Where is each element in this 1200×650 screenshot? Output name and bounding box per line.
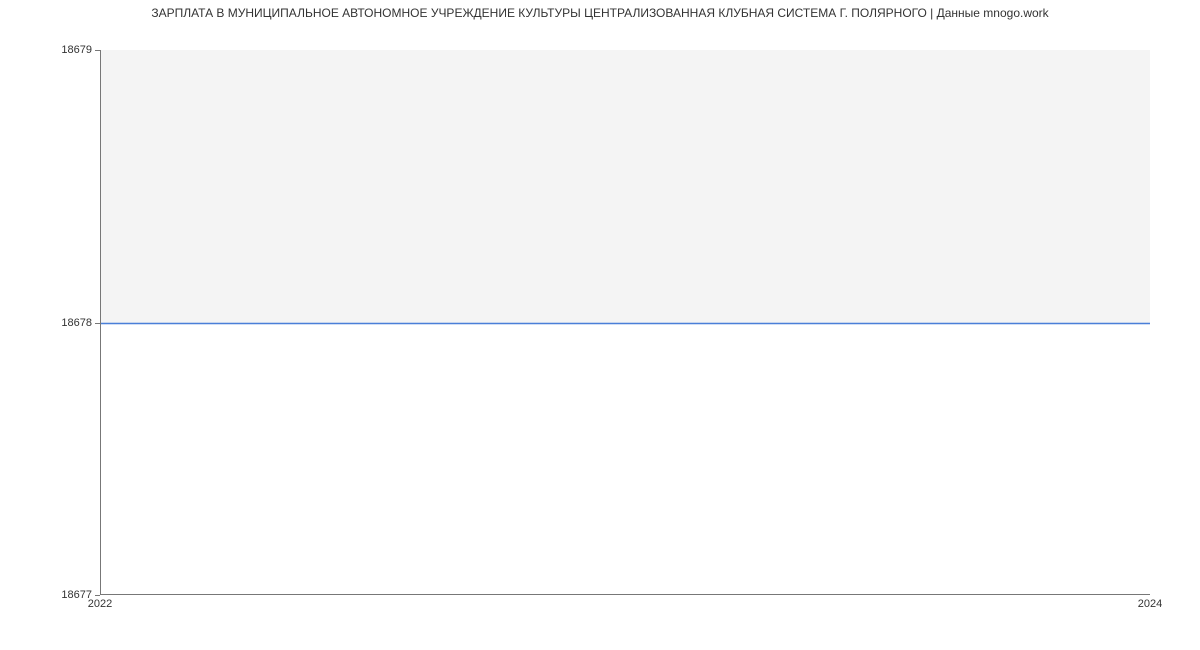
x-axis-tick-label: 2022 [88,598,112,610]
y-tick [95,595,100,596]
chart-title: ЗАРПЛАТА В МУНИЦИПАЛЬНОЕ АВТОНОМНОЕ УЧРЕ… [0,6,1200,20]
plot-background-upper [100,50,1150,323]
y-tick [95,50,100,51]
y-axis-tick-label: 18678 [61,317,92,329]
data-line [100,323,1150,324]
chart-container: ЗАРПЛАТА В МУНИЦИПАЛЬНОЕ АВТОНОМНОЕ УЧРЕ… [0,0,1200,650]
y-axis-tick-label: 18679 [61,44,92,56]
x-axis-tick-label: 2024 [1138,598,1162,610]
y-tick [95,323,100,324]
